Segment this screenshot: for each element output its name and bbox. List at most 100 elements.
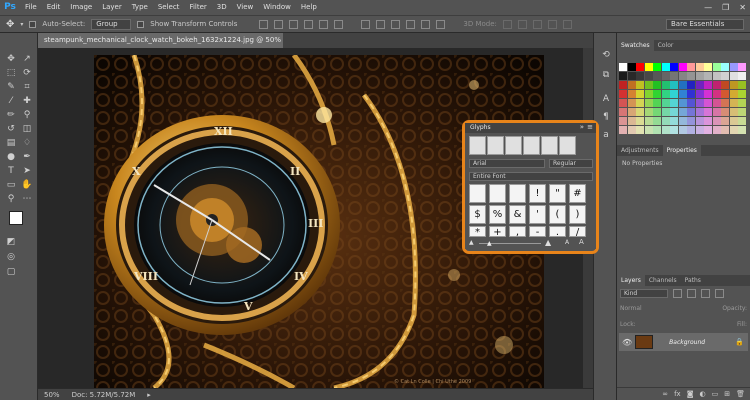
eraser-tool-icon[interactable]: ◫ <box>20 123 34 135</box>
tab-paths[interactable]: Paths <box>681 275 705 286</box>
color-swatch[interactable] <box>687 90 695 98</box>
color-swatch[interactable] <box>678 63 687 71</box>
color-swatch[interactable] <box>687 126 695 134</box>
color-swatch[interactable] <box>687 72 695 80</box>
hand-tool-icon[interactable]: ✋ <box>20 179 34 191</box>
color-swatch[interactable] <box>661 126 670 134</box>
color-swatch[interactable] <box>687 63 695 71</box>
color-swatch[interactable] <box>678 81 687 89</box>
marquee-tool-icon[interactable]: ⬚ <box>4 67 18 79</box>
color-swatch[interactable] <box>670 81 678 89</box>
menu-edit[interactable]: Edit <box>42 0 66 15</box>
color-swatch[interactable] <box>712 90 721 98</box>
align-top-icon[interactable] <box>259 19 269 29</box>
glyph-cell[interactable]: ) <box>569 205 586 224</box>
color-swatch[interactable] <box>721 126 729 134</box>
color-swatch[interactable] <box>661 72 670 80</box>
rectangle-tool-icon[interactable]: ▭ <box>4 179 18 191</box>
menu-3d[interactable]: 3D <box>212 0 232 15</box>
align-center-icon[interactable] <box>319 19 329 29</box>
color-swatch[interactable] <box>636 63 644 71</box>
new-layer-icon[interactable]: ⊞ <box>724 390 730 398</box>
visibility-eye-icon[interactable]: 👁 <box>622 338 632 347</box>
filter-type-icon[interactable] <box>701 289 710 298</box>
color-swatch[interactable] <box>704 90 712 98</box>
color-swatch[interactable] <box>721 99 729 107</box>
chevron-down-icon[interactable]: ▾ <box>20 21 23 28</box>
color-swatch[interactable] <box>695 99 704 107</box>
color-swatch[interactable] <box>636 99 644 107</box>
3d-scale-icon[interactable] <box>562 19 572 29</box>
dodge-tool-icon[interactable]: ● <box>4 151 18 163</box>
glyph-cell[interactable]: * <box>469 226 486 237</box>
color-swatch[interactable] <box>704 99 712 107</box>
glyph-cell[interactable]: + <box>489 226 506 237</box>
tab-channels[interactable]: Channels <box>645 275 681 286</box>
color-swatch[interactable] <box>695 126 704 134</box>
path-select-tool-icon[interactable]: ➤ <box>20 165 34 177</box>
layer-name[interactable]: Background <box>669 339 705 346</box>
adjustment-layer-icon[interactable]: ◐ <box>700 390 706 398</box>
color-swatch[interactable] <box>704 117 712 125</box>
quick-mask-icon[interactable]: ◎ <box>4 251 18 263</box>
glyph-cell[interactable] <box>489 184 506 203</box>
glyph-cell[interactable]: , <box>509 226 526 237</box>
color-swatch[interactable] <box>678 126 687 134</box>
color-swatch[interactable] <box>627 108 636 116</box>
restore-button[interactable]: ❐ <box>722 0 729 15</box>
layer-kind-filter[interactable]: Kind <box>620 289 668 298</box>
color-swatch[interactable] <box>729 72 738 80</box>
color-swatch[interactable] <box>661 117 670 125</box>
auto-select-dropdown[interactable]: Group <box>91 18 132 30</box>
color-swatch[interactable] <box>653 72 661 80</box>
close-button[interactable]: ✕ <box>739 0 746 15</box>
3d-roll-icon[interactable] <box>517 19 527 29</box>
color-swatch[interactable] <box>644 63 653 71</box>
color-swatch[interactable] <box>678 117 687 125</box>
glyphs-font-dropdown[interactable]: Arial <box>469 159 545 168</box>
color-swatch[interactable] <box>627 72 636 80</box>
color-swatch[interactable] <box>636 108 644 116</box>
color-swatch[interactable] <box>695 63 704 71</box>
zoom-out-glyphs-icon[interactable]: A <box>565 239 569 246</box>
menu-select[interactable]: Select <box>153 0 185 15</box>
glyphs-style-dropdown[interactable]: Regular <box>549 159 593 168</box>
color-swatch[interactable] <box>678 90 687 98</box>
menu-image[interactable]: Image <box>65 0 97 15</box>
color-swatch[interactable] <box>661 63 670 71</box>
history-panel-icon[interactable]: ⟲ <box>599 49 613 61</box>
tab-swatches[interactable]: Swatches <box>617 40 654 51</box>
color-swatch[interactable] <box>704 81 712 89</box>
color-swatch[interactable] <box>670 72 678 80</box>
healing-brush-tool-icon[interactable]: ✚ <box>20 95 34 107</box>
color-swatch[interactable] <box>738 81 746 89</box>
color-swatch[interactable] <box>627 117 636 125</box>
color-swatch[interactable] <box>619 126 627 134</box>
menu-window[interactable]: Window <box>258 0 296 15</box>
distribute-middle-icon[interactable] <box>376 19 386 29</box>
color-swatch[interactable] <box>636 81 644 89</box>
zoom-in-glyphs-icon[interactable]: A <box>579 238 584 246</box>
color-swatch[interactable] <box>678 99 687 107</box>
actions-panel-icon[interactable]: ⧉ <box>599 69 613 81</box>
color-swatch[interactable] <box>729 90 738 98</box>
color-swatch[interactable] <box>729 117 738 125</box>
color-swatch[interactable] <box>687 81 695 89</box>
color-swatch[interactable] <box>636 72 644 80</box>
distribute-left-icon[interactable] <box>406 19 416 29</box>
tab-color[interactable]: Color <box>654 40 678 51</box>
glyphs-filter-dropdown[interactable]: Entire Font <box>469 172 593 181</box>
color-swatch[interactable] <box>670 108 678 116</box>
color-swatch[interactable] <box>627 99 636 107</box>
color-swatch[interactable] <box>661 108 670 116</box>
color-swatch[interactable] <box>704 63 712 71</box>
color-swatch[interactable] <box>721 81 729 89</box>
document-tab[interactable]: steampunk_mechanical_clock_watch_bokeh_1… <box>38 33 283 59</box>
color-swatch[interactable] <box>670 117 678 125</box>
color-swatch[interactable] <box>619 108 627 116</box>
3d-drag-icon[interactable] <box>532 19 542 29</box>
color-swatch[interactable] <box>644 108 653 116</box>
color-swatch[interactable] <box>729 63 738 71</box>
glyph-cell[interactable]: # <box>569 184 586 203</box>
color-swatch[interactable] <box>653 99 661 107</box>
